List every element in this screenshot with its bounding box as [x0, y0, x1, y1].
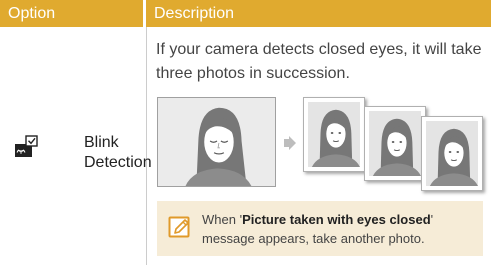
note-text: When 'Picture taken with eyes closed' me… [202, 210, 477, 248]
right-arrow-icon [284, 136, 296, 150]
description-column-header: Description [146, 0, 491, 27]
note-message-name: Picture taken with eyes closed [242, 212, 431, 227]
option-label: Blink Detection [84, 133, 152, 173]
blink-detection-icon [14, 135, 42, 161]
burst-photo-2 [364, 106, 426, 181]
note-prefix: When ' [202, 212, 243, 227]
burst-photo-3 [421, 116, 483, 191]
option-label-line1: Blink [84, 134, 119, 151]
option-description: If your camera detects closed eyes, it w… [156, 41, 482, 82]
portrait-eyes-closed-image [157, 97, 276, 187]
note-box: When 'Picture taken with eyes closed' me… [157, 201, 483, 256]
note-pencil-icon [168, 215, 192, 239]
burst-photo-1 [303, 97, 365, 172]
option-label-line2: Detection [84, 154, 152, 171]
option-column-header: Option [0, 0, 143, 27]
table-header: Option Description [0, 0, 491, 27]
manual-page: Option Description Blink Detection If yo… [0, 0, 491, 265]
